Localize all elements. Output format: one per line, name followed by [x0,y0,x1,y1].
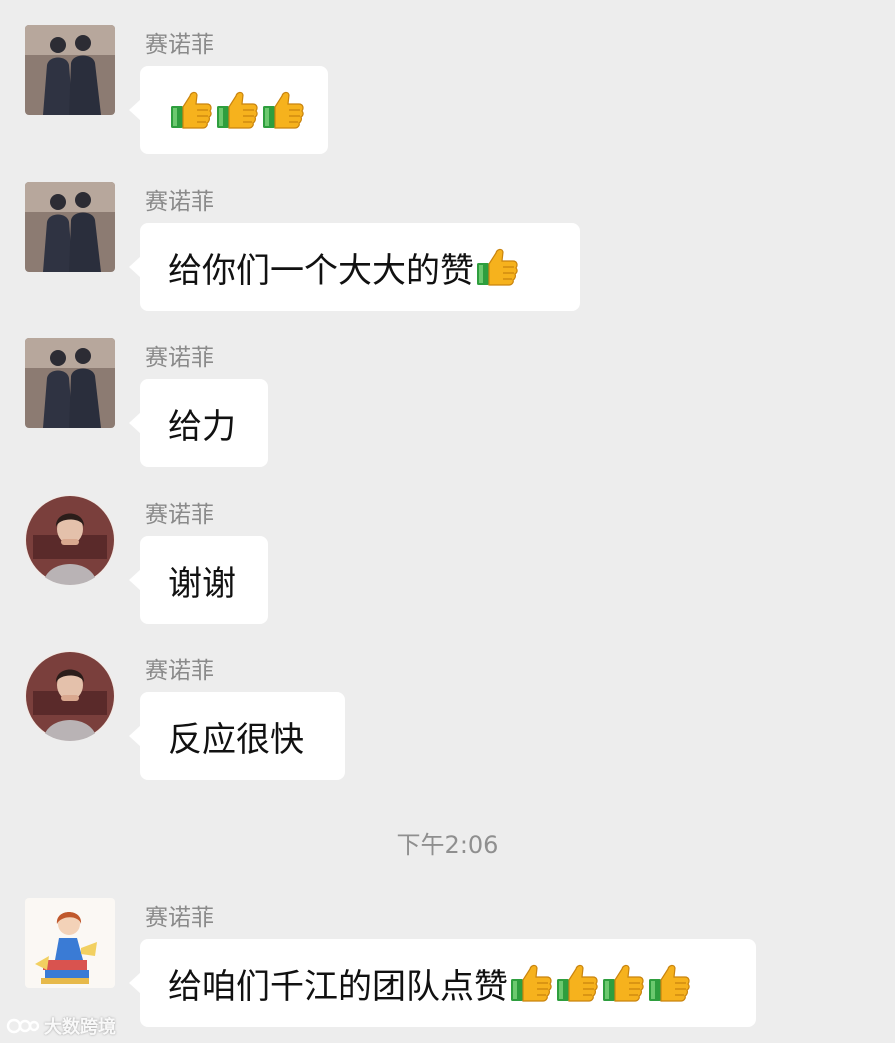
thumbs-up-icon [170,90,212,130]
sender-name: 赛诺菲 [145,658,214,684]
thumbs-up-group [510,963,690,1003]
sender-name: 赛诺菲 [145,345,214,371]
silhouette-couple-avatar-icon[interactable] [25,182,115,272]
thumbs-up-icon [476,247,518,287]
brand-logo-icon [6,1018,40,1034]
sender-name: 赛诺菲 [145,905,214,931]
message-bubble[interactable]: 谢谢 [129,536,268,624]
message-bubble[interactable]: 给力 [129,379,268,467]
woman-portrait-avatar-icon[interactable] [25,651,115,741]
watermark: 大数跨境 [6,1013,116,1039]
message-text: 反应很快 [168,719,304,760]
thumbs-up-icon [648,963,690,1003]
silhouette-couple-avatar-icon[interactable] [25,338,115,428]
woman-portrait-avatar-icon[interactable] [25,495,115,585]
sender-name: 赛诺菲 [145,32,214,58]
cartoon-girl-reading-avatar-icon[interactable] [25,898,115,988]
message-bubble[interactable]: 反应很快 [129,692,345,780]
thumbs-up-icon [262,90,304,130]
sender-name: 赛诺菲 [145,189,214,215]
message-bubble[interactable]: 给你们一个大大的赞 [129,223,580,311]
timestamp-divider: 下午2:06 [396,831,499,859]
message-bubble[interactable] [129,66,328,154]
message-text: 谢谢 [168,563,236,604]
message-text: 给咱们千江的团队点赞 [168,966,508,1007]
message-text: 给你们一个大大的赞 [168,250,474,291]
thumbs-up-icon [216,90,258,130]
thumbs-up-icon [556,963,598,1003]
thumbs-up-group [170,90,304,130]
thumbs-up-group [476,247,518,287]
message-text: 给力 [168,406,236,447]
message-bubble[interactable]: 给咱们千江的团队点赞 [129,939,756,1027]
watermark-text: 大数跨境 [44,1017,116,1038]
sender-name: 赛诺菲 [145,502,214,528]
silhouette-couple-avatar-icon[interactable] [25,25,115,115]
thumbs-up-icon [510,963,552,1003]
thumbs-up-icon [602,963,644,1003]
